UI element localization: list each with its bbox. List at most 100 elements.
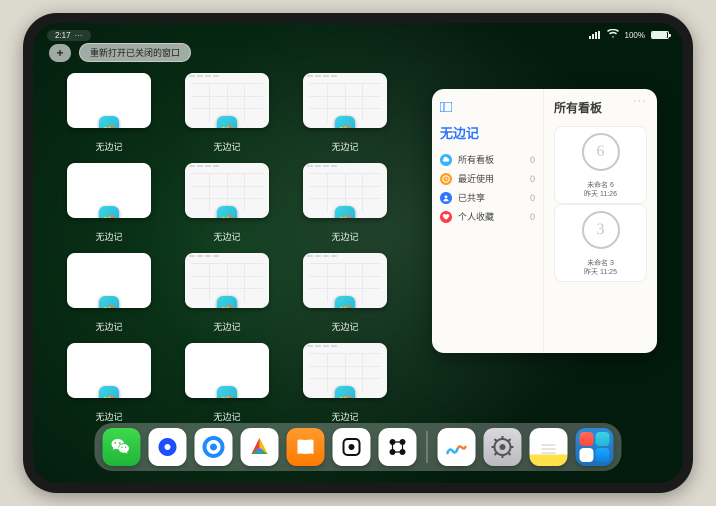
dock-app-books[interactable] [287,428,325,466]
reopen-closed-window-button[interactable]: 重新打开已关闭的窗口 [79,43,191,62]
window-thumb[interactable]: 无边记 [185,73,269,153]
window-preview[interactable] [67,343,151,398]
window-preview[interactable] [185,253,269,308]
window-label: 无边记 [95,140,122,153]
board-name: 未命名 6 [584,182,617,190]
window-preview[interactable] [67,73,151,128]
window-preview[interactable] [185,73,269,128]
board-date: 昨天 11:25 [584,269,617,277]
people-icon [440,192,452,204]
dock-app-freeform[interactable] [438,428,476,466]
freeform-app-icon [99,296,119,308]
sidebar-item-clock[interactable]: 最近使用 0 [440,169,535,188]
window-label: 无边记 [331,410,358,423]
window-preview[interactable] [303,163,387,218]
board-date: 昨天 11:26 [584,191,617,199]
sidebar-toggle-icon[interactable] [440,103,452,115]
sidebar-item-count: 0 [530,193,535,203]
dock-app-google[interactable] [241,428,279,466]
sidebar-item-people[interactable]: 已共享0 [440,188,535,207]
freeform-app-icon [217,206,237,218]
board-scribble-icon: 6 [582,133,620,171]
freeform-app-icon [99,116,119,128]
window-thumb[interactable]: 无边记 [67,343,151,423]
sidebar-item-count: 0 [530,174,535,184]
window-preview[interactable] [67,253,151,308]
window-thumb[interactable]: 无边记 [185,343,269,423]
window-label: 无边记 [95,230,122,243]
battery-icon [651,31,669,39]
wifi-icon [607,29,619,41]
dock-app-blue2[interactable] [195,428,233,466]
board-name: 未命名 3 [584,260,617,268]
window-label: 无边记 [331,230,358,243]
window-preview[interactable] [303,253,387,308]
status-bar: 2:17 ··· 100% [33,27,683,43]
board-meta: 未命名 3昨天 11:25 [584,260,617,277]
freeform-app-icon [335,296,355,308]
window-label: 无边记 [331,140,358,153]
window-thumb[interactable]: 无边记 [67,73,151,153]
freeform-app-icon [335,116,355,128]
dock-app-white1[interactable] [333,428,371,466]
sidebar-item-cloud[interactable]: 所有看板 0 [440,150,535,169]
dock-app-notes[interactable] [530,428,568,466]
dock-app-blue1[interactable] [149,428,187,466]
window-label: 无边记 [213,320,240,333]
panel-main: 所有看板 6未命名 6昨天 11:263未命名 3昨天 11:25 [544,89,657,353]
window-thumb[interactable]: 无边记 [67,163,151,243]
window-switcher-grid: 无边记无边记无边记无边记无边记无边记无边记无边记无边记无边记无边记无边记 [67,73,427,423]
window-label: 无边记 [213,230,240,243]
window-thumb[interactable]: 无边记 [185,253,269,333]
window-thumb[interactable]: 无边记 [303,73,387,153]
board-card[interactable]: 3 未命名 3昨天 11:25 [554,204,647,282]
window-label: 无边记 [95,320,122,333]
dock-app-white2[interactable] [379,428,417,466]
window-thumb[interactable]: 无边记 [185,163,269,243]
sidebar-item-label: 最近使用 [458,172,494,185]
window-thumb[interactable]: 无边记 [303,343,387,423]
freeform-app-icon [217,296,237,308]
cloud-icon [440,154,452,166]
heart-icon [440,211,452,223]
freeform-detail-panel[interactable]: ··· 无边记 所有看板0最近使用0已共享0个人收藏0 所有看板 6未命名 6昨… [432,89,657,353]
window-preview[interactable] [67,163,151,218]
dock-app-wechat[interactable] [103,428,141,466]
window-label: 无边记 [95,410,122,423]
board-card[interactable]: 6 未命名 6昨天 11:26 [554,126,647,204]
window-label: 无边记 [331,320,358,333]
window-thumb[interactable]: 无边记 [303,163,387,243]
sidebar-item-count: 0 [530,155,535,165]
freeform-app-icon [217,116,237,128]
sidebar-item-label: 所有看板 [458,153,494,166]
window-label: 无边记 [213,140,240,153]
status-time: 2:17 [55,31,71,40]
status-time-pill: 2:17 ··· [47,30,91,41]
more-icon: ··· [75,31,83,40]
sidebar-item-label: 个人收藏 [458,210,494,223]
top-left-controls: + 重新打开已关闭的窗口 [49,43,191,62]
freeform-app-icon [217,386,237,398]
clock-icon [440,173,452,185]
board-scribble-icon: 3 [582,211,620,249]
window-thumb[interactable]: 无边记 [67,253,151,333]
sidebar-item-count: 0 [530,212,535,222]
sidebar-item-heart[interactable]: 个人收藏 0 [440,207,535,226]
panel-more-icon[interactable]: ··· [633,95,647,107]
freeform-app-icon [99,206,119,218]
dock-app-folder[interactable] [576,428,614,466]
panel-sidebar: 无边记 所有看板0最近使用0已共享0个人收藏0 [432,89,544,353]
window-thumb[interactable]: 无边记 [303,253,387,333]
add-window-button[interactable]: + [49,44,71,62]
dock [95,423,622,471]
signal-icon [589,31,601,39]
panel-title-left: 无边记 [440,123,535,142]
dock-app-settings[interactable] [484,428,522,466]
window-preview[interactable] [185,163,269,218]
dock-divider [427,431,428,463]
window-preview[interactable] [303,343,387,398]
screen: 2:17 ··· 100% + 重新打开已关闭的窗口 无边记无边记无边记无边记无… [33,23,683,483]
ipad-device: 2:17 ··· 100% + 重新打开已关闭的窗口 无边记无边记无边记无边记无… [23,13,693,493]
window-preview[interactable] [185,343,269,398]
window-preview[interactable] [303,73,387,128]
